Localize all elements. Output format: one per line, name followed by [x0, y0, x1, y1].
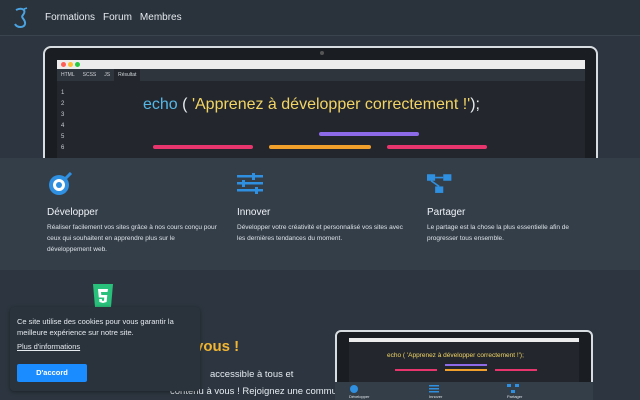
mini-bar-pink: [395, 369, 437, 371]
rocket-icon: [49, 171, 73, 195]
feature-partager: Partager Le partage est la chose la plus…: [427, 172, 597, 244]
code-close-paren: );: [470, 96, 480, 113]
mini-sliders-icon: [429, 385, 439, 393]
mini-label: Innover: [429, 394, 443, 399]
cookie-message: Ce site utilise des cookies pour vous ga…: [17, 317, 174, 337]
line-number: 5: [61, 134, 65, 140]
tab-js[interactable]: JS: [100, 69, 114, 81]
decor-bar-purple: [319, 132, 419, 136]
feature-developper: Développer Réaliser facilement vos sites…: [47, 171, 217, 255]
mini-features-strip: Développer Innover Partager: [335, 382, 593, 400]
mini-bar-orange: [445, 369, 487, 371]
line-number: 1: [61, 90, 65, 96]
mini-label: Développer: [349, 394, 370, 399]
mini-code: echo ( 'Apprenez à développer correcteme…: [387, 352, 524, 359]
mini-label: Partager: [507, 394, 523, 399]
mini-share-icon: [507, 384, 519, 393]
tab-resultat[interactable]: Résultat: [114, 69, 141, 81]
cookie-more-info-link[interactable]: Plus d'informations: [17, 342, 80, 351]
mini-bar-pink-2: [495, 369, 537, 371]
decor-bar-pink: [153, 145, 253, 149]
line-numbers: 1 2 3 4 5 6: [61, 88, 64, 154]
features-section: Développer Réaliser facilement vos sites…: [0, 158, 640, 270]
mini-titlebar: [349, 338, 579, 342]
laptop-camera: [320, 51, 324, 55]
line-number: 6: [61, 145, 65, 151]
code-open-paren: (: [182, 96, 192, 113]
feature-title: Développer: [47, 207, 99, 218]
nav-link-formations[interactable]: Formations: [45, 12, 95, 23]
code-keyword: echo: [143, 96, 178, 113]
code-editor-screen: HTML SCSS JS Résultat 1 2 3 4 5 6 echo (…: [57, 60, 585, 164]
tab-html[interactable]: HTML: [57, 69, 79, 81]
line-number: 4: [61, 123, 65, 129]
code-line: echo ( 'Apprenez à développer correcteme…: [143, 96, 480, 114]
editor-tabs: HTML SCSS JS Résultat: [57, 69, 585, 81]
code-string: 'Apprenez à développer correctement !': [191, 96, 471, 113]
feature-title: Partager: [427, 207, 466, 218]
minimize-dot-icon: [68, 62, 73, 67]
nav-links: Formations Forum Membres: [45, 12, 182, 23]
window-titlebar: [57, 60, 585, 69]
close-dot-icon: [61, 62, 66, 67]
tab-scss[interactable]: SCSS: [79, 69, 101, 81]
sliders-icon: [237, 173, 263, 194]
feature-text: Développer votre créativité et personnal…: [237, 224, 403, 242]
feature-title: Innover: [237, 207, 271, 218]
decor-bar-pink-2: [387, 145, 487, 149]
line-number: 3: [61, 112, 65, 118]
mini-rocket-icon: [350, 385, 358, 393]
cookie-accept-button[interactable]: D'accord: [17, 364, 87, 382]
feature-text: Réaliser facilement vos sites grâce à no…: [47, 224, 217, 253]
mini-bar-purple: [445, 364, 487, 366]
site-logo-icon[interactable]: [12, 7, 30, 29]
laptop-mockup: HTML SCSS JS Résultat 1 2 3 4 5 6 echo (…: [43, 46, 598, 164]
nav-link-membres[interactable]: Membres: [140, 12, 182, 23]
cookie-banner: Ce site utilise des cookies pour vous ga…: [10, 307, 200, 391]
line-number: 2: [61, 101, 65, 107]
feature-innover: Innover Développer votre créativité et p…: [237, 172, 407, 244]
maximize-dot-icon: [75, 62, 80, 67]
feature-text: Le partage est la chose la plus essentie…: [427, 224, 570, 242]
top-navbar: Formations Forum Membres: [0, 0, 640, 36]
share-nodes-icon: [427, 174, 452, 193]
decor-bar-orange: [269, 145, 371, 149]
nav-link-forum[interactable]: Forum: [103, 12, 132, 23]
